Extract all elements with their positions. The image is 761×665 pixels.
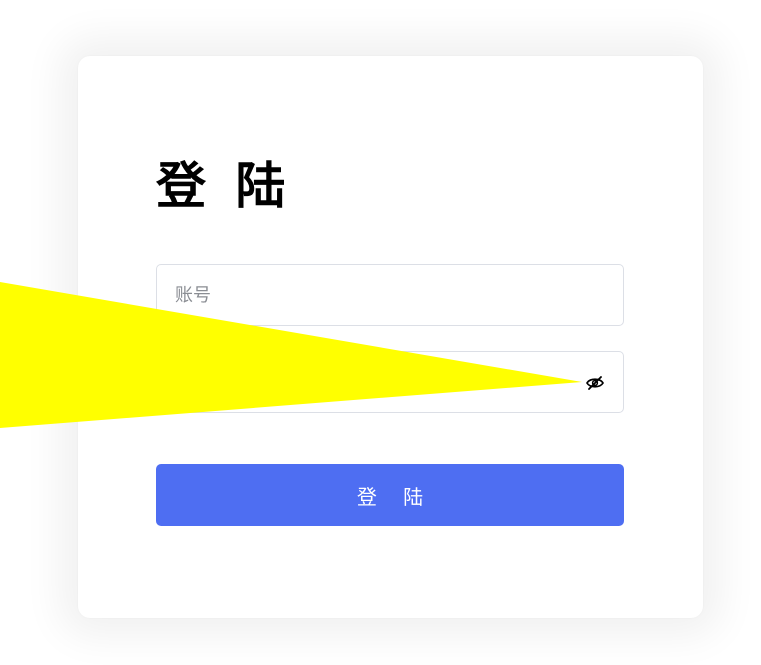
password-field[interactable] [156,351,624,413]
account-field[interactable] [156,264,624,326]
eye-off-icon[interactable] [585,375,605,391]
login-card [78,56,703,618]
login-button[interactable]: 登 陆 [156,464,624,526]
page-title: 登 陆 [156,157,292,215]
login-page: 登 陆 登 陆 [0,0,761,665]
password-input[interactable] [175,352,575,412]
account-input[interactable] [175,265,575,325]
